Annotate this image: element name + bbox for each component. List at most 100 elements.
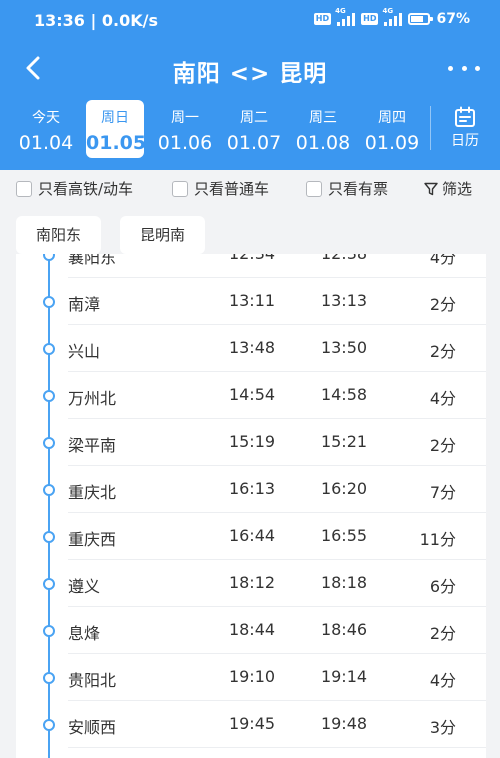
timeline-node — [43, 390, 55, 402]
battery-percent: 67% — [436, 11, 470, 27]
depart-time: 14:58 — [320, 385, 368, 404]
chip-departure-station[interactable]: 南阳东 — [16, 216, 102, 254]
arrive-time: 16:44 — [228, 526, 276, 545]
filter-label: 只看高铁/动车 — [38, 180, 134, 198]
stop-row: 兴山 13:48 13:50 2分 — [16, 325, 486, 372]
stay-duration: 2分 — [429, 295, 456, 314]
stop-row: 南漳 13:11 13:13 2分 — [16, 278, 486, 325]
arrive-time: 18:12 — [228, 573, 276, 592]
stop-row: 遵义 18:12 18:18 6分 — [16, 560, 486, 607]
filter-button[interactable]: 筛选 — [424, 178, 472, 199]
stay-duration: 4分 — [429, 389, 456, 408]
depart-time: 16:55 — [320, 526, 368, 545]
battery-icon — [408, 13, 434, 25]
filter-bar: 只看高铁/动车 只看普通车 只看有票 筛选 — [0, 170, 500, 206]
arrive-time: 19:10 — [228, 667, 276, 686]
stop-row: 梁平南 15:19 15:21 2分 — [16, 419, 486, 466]
filter-label: 只看有票 — [328, 180, 389, 198]
checkbox[interactable] — [306, 180, 322, 197]
dot-icon — [461, 65, 467, 71]
date-value: 01.08 — [295, 132, 351, 154]
funnel-icon — [424, 182, 438, 195]
stop-row: 重庆北 16:13 16:20 7分 — [16, 466, 486, 513]
timeline-node — [43, 672, 55, 684]
stay-duration: 3分 — [429, 718, 456, 737]
status-icons: HD 4G HD 4G 67% — [313, 7, 470, 27]
stay-duration: 6分 — [429, 577, 456, 596]
stay-duration: 7分 — [429, 483, 456, 502]
depart-time: 16:20 — [320, 479, 368, 498]
signal-icon-2: 4G — [382, 7, 403, 26]
date-weekday: 周三 — [309, 110, 337, 126]
filter-regular-train[interactable]: 只看普通车 — [172, 178, 269, 199]
depart-time: 19:48 — [320, 714, 368, 733]
station-name: 息烽 — [68, 624, 101, 643]
filter-high-speed[interactable]: 只看高铁/动车 — [16, 178, 133, 199]
depart-time: 18:46 — [320, 620, 368, 639]
date-weekday: 周一 — [171, 110, 199, 126]
stay-duration: 4分 — [429, 254, 456, 267]
stop-row: 重庆西 16:44 16:55 11分 — [16, 513, 486, 560]
station-name: 重庆西 — [68, 530, 117, 549]
timeline-node — [43, 625, 55, 637]
depart-time: 15:21 — [320, 432, 368, 451]
date-value: 01.07 — [226, 132, 282, 154]
date-tab-3[interactable]: 周二 01.07 — [224, 100, 284, 158]
date-tab-2[interactable]: 周一 01.06 — [155, 100, 215, 158]
date-tab-4[interactable]: 周三 01.08 — [293, 100, 353, 158]
stay-duration: 2分 — [429, 624, 456, 643]
stop-row-partial: 襄阳东 12:34 12:38 4分 — [16, 254, 486, 278]
stay-duration: 4分 — [429, 671, 456, 690]
station-chips: 南阳东 昆明南 — [0, 206, 500, 260]
arrive-time: 18:44 — [228, 620, 276, 639]
date-weekday: 周二 — [240, 110, 268, 126]
arrive-time: 12:34 — [221, 254, 283, 263]
more-options-button[interactable] — [448, 54, 480, 82]
header: 13:36 | 0.0K/s HD 4G HD 4G 67% 南阳 <> 昆明 — [0, 0, 500, 170]
depart-time: 13:13 — [320, 291, 368, 310]
timeline-node — [43, 578, 55, 590]
network-type: 4G — [335, 7, 346, 15]
date-value: 01.04 — [18, 132, 74, 154]
timeline-node — [43, 343, 55, 355]
depart-time: 12:38 — [313, 254, 375, 263]
dot-icon — [475, 65, 480, 71]
divider — [430, 106, 431, 150]
station-name: 安顺西 — [68, 718, 117, 737]
depart-time: 19:14 — [320, 667, 368, 686]
arrive-time: 16:13 — [228, 479, 276, 498]
stop-row: 万州北 14:54 14:58 4分 — [16, 372, 486, 419]
clock: 13:36 — [34, 11, 85, 30]
date-tab-1-selected[interactable]: 周日 01.05 — [86, 100, 147, 158]
status-bar: 13:36 | 0.0K/s HD 4G HD 4G 67% — [0, 0, 500, 40]
date-tab-0[interactable]: 今天 01.04 — [16, 100, 76, 158]
hd-icon: HD — [313, 13, 332, 25]
route-title: 南阳 <> 昆明 — [172, 61, 328, 87]
arrive-time: 13:48 — [228, 338, 276, 357]
calendar-label: 日历 — [451, 133, 479, 149]
station-name: 梁平南 — [68, 436, 117, 455]
timeline-node — [43, 296, 55, 308]
station-name: 兴山 — [68, 342, 101, 361]
date-tab-5[interactable]: 周四 01.09 — [362, 100, 422, 158]
date-value: 01.09 — [364, 132, 420, 154]
date-weekday: 周四 — [378, 110, 406, 126]
chip-arrival-station[interactable]: 昆明南 — [120, 216, 206, 254]
station-name: 襄阳东 — [68, 254, 117, 267]
stop-row: 贵阳北 19:10 19:14 4分 — [16, 654, 486, 701]
station-name: 遵义 — [68, 577, 101, 596]
date-value: 01.05 — [86, 132, 147, 154]
checkbox[interactable] — [172, 180, 188, 197]
network-speed: 0.0K/s — [101, 11, 159, 30]
checkbox[interactable] — [16, 180, 32, 197]
stop-list: 襄阳东 12:34 12:38 4分 南漳 13:11 13:13 2分 兴山 … — [16, 254, 486, 758]
arrive-time: 13:11 — [228, 291, 276, 310]
calendar-button[interactable]: 日历 — [440, 100, 490, 158]
signal-icon: 4G — [335, 7, 356, 26]
filter-tickets-available[interactable]: 只看有票 — [306, 178, 388, 199]
stop-row: 安顺西 19:45 19:48 3分 — [16, 701, 486, 748]
stay-duration: 11分 — [419, 530, 456, 549]
filter-label: 筛选 — [442, 180, 473, 198]
timeline-node — [43, 484, 55, 496]
stay-duration: 2分 — [429, 436, 456, 455]
